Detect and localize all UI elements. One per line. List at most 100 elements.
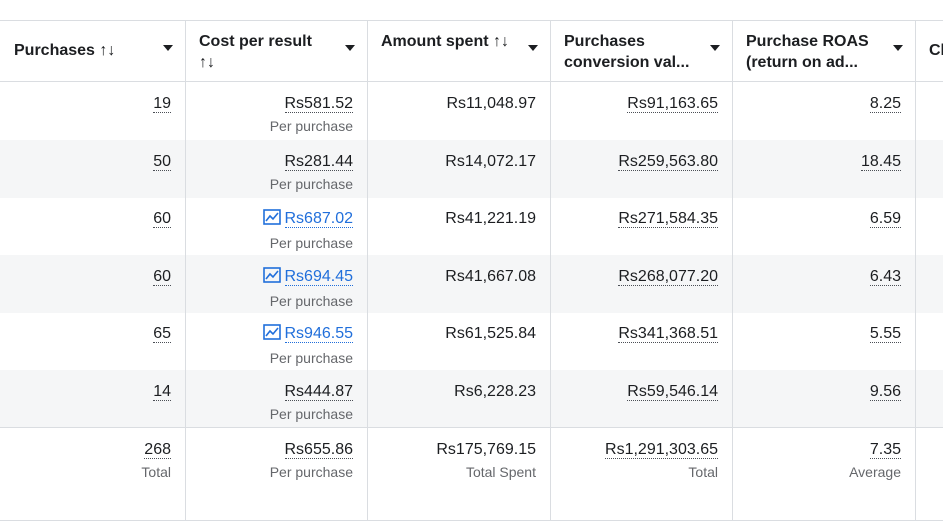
conv-value[interactable]: Rs91,163.65	[627, 95, 718, 113]
roas-cell: 5.55	[732, 312, 915, 370]
cost-per-label: Per purchase	[269, 350, 353, 366]
conv-cell: Rs271,584.35	[550, 197, 732, 255]
sort-caret-icon[interactable]	[893, 45, 903, 51]
cost-cell: Rs946.55 Per purchase	[185, 312, 367, 370]
purchases-cell: 14	[0, 370, 185, 428]
column-header-purchases[interactable]: Purchases ↑↓	[0, 21, 185, 81]
cost-value[interactable]: Rs694.45	[284, 267, 353, 286]
roas-value[interactable]: 8.25	[869, 95, 901, 113]
total-spent-cell: Rs175,769.15 Total Spent	[367, 428, 550, 486]
roas-cell: 9.56	[732, 370, 915, 428]
spent-cell: Rs11,048.97	[367, 82, 550, 140]
roas-value[interactable]: 9.56	[869, 382, 901, 401]
purchases-value[interactable]: 19	[153, 95, 171, 113]
total-cost-label: Per purchase	[269, 464, 353, 480]
purchases-cell: 60	[0, 255, 185, 313]
total-conv-label: Total	[688, 464, 718, 480]
trend-chart-icon[interactable]	[262, 209, 281, 231]
spent-value: Rs6,228.23	[454, 382, 536, 400]
spent-cell: Rs41,221.19	[367, 197, 550, 255]
spent-value: Rs11,048.97	[446, 95, 536, 112]
conv-value[interactable]: Rs259,563.80	[618, 152, 718, 171]
spent-value: Rs14,072.17	[445, 152, 536, 170]
sort-caret-icon[interactable]	[345, 45, 355, 51]
total-cost-value[interactable]: Rs655.86	[284, 441, 353, 459]
purchases-value[interactable]: 60	[153, 210, 171, 228]
cost-per-label: Per purchase	[269, 292, 353, 309]
cost-cell: Rs444.87 Per purchase	[185, 370, 367, 428]
column-header-clipped[interactable]: Cl	[915, 21, 943, 81]
cost-value[interactable]: Rs687.02	[284, 210, 353, 228]
cost-per-label: Per purchase	[269, 175, 353, 192]
column-header-label: Purchases conversion val...	[564, 33, 690, 71]
spent-value: Rs41,667.08	[445, 267, 536, 285]
column-header-label: Cost per result ↑↓	[199, 33, 312, 71]
spent-value: Rs41,221.19	[445, 210, 536, 227]
cost-cell: Rs581.52 Per purchase	[185, 82, 367, 140]
table-row: 50 Rs281.44 Per purchase Rs14,072.17 Rs259,5…	[0, 139, 943, 198]
cost-per-label: Per purchase	[269, 405, 353, 422]
conv-value[interactable]: Rs59,546.14	[627, 382, 718, 401]
purchases-cell: 19	[0, 82, 185, 140]
total-roas-cell: 7.35 Average	[732, 428, 915, 486]
conv-value[interactable]: Rs271,584.35	[618, 210, 718, 228]
table-row: 65 Rs946.55 Per purchase Rs61,525.84 Rs341,3…	[0, 312, 943, 370]
cost-value[interactable]: Rs444.87	[284, 382, 353, 401]
column-header-purchase-roas[interactable]: Purchase ROAS (return on ad...	[732, 21, 915, 81]
roas-cell: 8.25	[732, 82, 915, 140]
totals-row: 268 Total Rs655.86 Per purchase Rs175,76…	[0, 427, 943, 521]
sort-caret-icon[interactable]	[710, 45, 720, 51]
purchases-value[interactable]: 60	[153, 267, 171, 286]
sort-caret-icon[interactable]	[528, 45, 538, 51]
column-divider	[367, 20, 368, 521]
column-header-label: Cl	[929, 42, 943, 59]
roas-value[interactable]: 6.43	[869, 267, 901, 286]
cost-cell: Rs687.02 Per purchase	[185, 197, 367, 255]
roas-cell: 18.45	[732, 140, 915, 198]
table-row: 19 Rs581.52 Per purchase Rs11,048.97 Rs91,16…	[0, 82, 943, 140]
conv-value[interactable]: Rs268,077.20	[618, 267, 718, 286]
spent-cell: Rs14,072.17	[367, 140, 550, 198]
trend-chart-icon[interactable]	[262, 324, 281, 346]
column-divider	[550, 20, 551, 521]
cost-value[interactable]: Rs946.55	[284, 325, 353, 343]
conv-value[interactable]: Rs341,368.51	[618, 325, 718, 343]
trend-chart-icon[interactable]	[262, 266, 281, 289]
roas-value[interactable]: 18.45	[860, 152, 901, 171]
total-roas-value[interactable]: 7.35	[869, 441, 901, 459]
purchases-cell: 65	[0, 312, 185, 370]
cost-value[interactable]: Rs581.52	[284, 95, 353, 113]
table-row: 14 Rs444.87 Per purchase Rs6,228.23 Rs59,546…	[0, 369, 943, 428]
total-purchases-value[interactable]: 268	[144, 441, 171, 459]
purchases-value[interactable]: 65	[153, 325, 171, 343]
column-header-label: Purchases ↑↓	[14, 42, 116, 59]
table-header: Purchases ↑↓ Cost per result ↑↓ Amount s…	[0, 20, 943, 82]
column-header-purchases-conversion-value[interactable]: Purchases conversion val...	[550, 21, 732, 81]
column-divider	[915, 20, 916, 521]
column-divider	[732, 20, 733, 521]
conv-cell: Rs341,368.51	[550, 312, 732, 370]
total-conv-value[interactable]: Rs1,291,303.65	[605, 441, 718, 459]
roas-value[interactable]: 5.55	[869, 325, 901, 343]
cost-cell: Rs694.45 Per purchase	[185, 255, 367, 313]
purchases-value[interactable]: 50	[153, 152, 171, 171]
column-header-label: Amount spent ↑↓	[381, 33, 509, 50]
roas-cell: 6.59	[732, 197, 915, 255]
purchases-value[interactable]: 14	[153, 382, 171, 401]
column-header-cost-per-result[interactable]: Cost per result ↑↓	[185, 21, 367, 81]
total-purchases-label: Total	[141, 464, 171, 480]
total-roas-label: Average	[849, 464, 901, 480]
table-row: 60 Rs687.02 Per purchase Rs41,221.19 Rs271,5…	[0, 197, 943, 255]
cost-value[interactable]: Rs281.44	[284, 152, 353, 171]
total-purchases-cell: 268 Total	[0, 428, 185, 486]
sort-caret-icon[interactable]	[163, 45, 173, 51]
table-row: 60 Rs694.45 Per purchase Rs41,667.08 Rs268,0…	[0, 254, 943, 313]
column-divider	[185, 20, 186, 521]
column-header-amount-spent[interactable]: Amount spent ↑↓	[367, 21, 550, 81]
cost-per-label: Per purchase	[269, 235, 353, 251]
total-spent-value: Rs175,769.15	[436, 441, 536, 458]
roas-value[interactable]: 6.59	[869, 210, 901, 228]
column-header-label: Purchase ROAS (return on ad...	[746, 33, 869, 71]
spent-value: Rs61,525.84	[445, 325, 536, 342]
spent-cell: Rs6,228.23	[367, 370, 550, 428]
